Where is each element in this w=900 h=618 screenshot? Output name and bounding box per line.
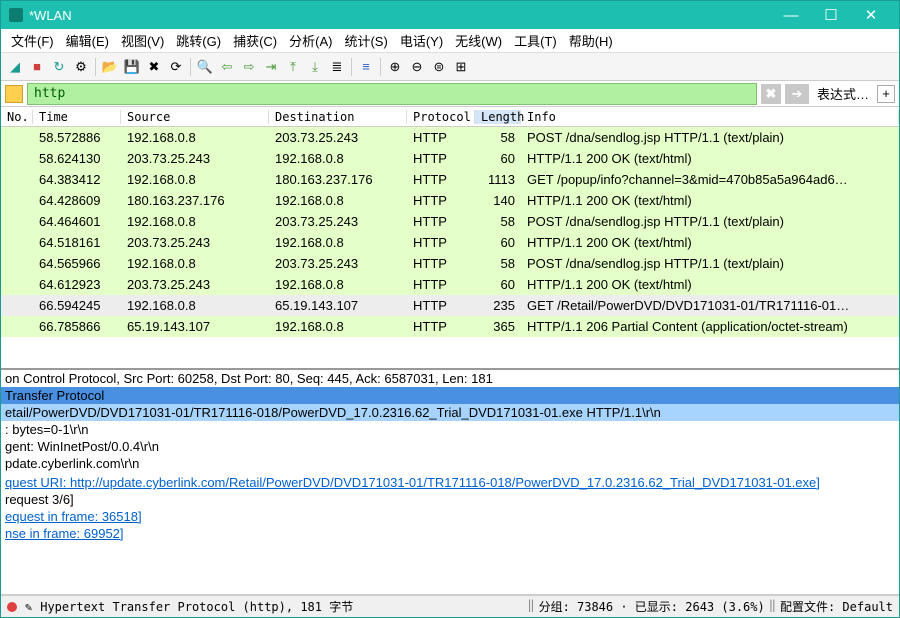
autoscroll-icon[interactable]: ≣	[327, 57, 347, 77]
detail-line[interactable]: on Control Protocol, Src Port: 60258, Ds…	[1, 370, 899, 387]
display-filter-input[interactable]	[27, 83, 757, 105]
separator	[190, 58, 191, 76]
status-proto: Hypertext Transfer Protocol (http), 181 …	[40, 598, 353, 615]
detail-line[interactable]: pdate.cyberlink.com\r\n	[1, 455, 899, 472]
detail-line[interactable]: quest URI: http://update.cyberlink.com/R…	[1, 474, 899, 491]
detail-line[interactable]: request 3/6]	[1, 491, 899, 508]
menu-view[interactable]: 视图(V)	[115, 29, 170, 52]
menu-stats[interactable]: 统计(S)	[338, 29, 393, 52]
last-icon[interactable]: ⤓	[305, 57, 325, 77]
detail-line[interactable]: : bytes=0-1\r\n	[1, 421, 899, 438]
zoom-out-icon[interactable]: ⊖	[407, 57, 427, 77]
separator	[380, 58, 381, 76]
app-icon	[9, 8, 23, 22]
packet-row[interactable]: 64.565966192.168.0.8203.73.25.243HTTP58P…	[1, 253, 899, 274]
col-destination[interactable]: Destination	[269, 110, 407, 124]
menu-capture[interactable]: 捕获(C)	[227, 29, 283, 52]
clear-filter-button[interactable]: ✖	[761, 84, 781, 104]
packet-row[interactable]: 66.78586665.19.143.107192.168.0.8HTTP365…	[1, 316, 899, 337]
packet-row[interactable]: 64.383412192.168.0.8180.163.237.176HTTP1…	[1, 169, 899, 190]
packet-row[interactable]: 58.624130203.73.25.243192.168.0.8HTTP60H…	[1, 148, 899, 169]
col-time[interactable]: Time	[33, 110, 121, 124]
packet-list[interactable]: No. Time Source Destination Protocol Len…	[1, 107, 899, 370]
menu-analyze[interactable]: 分析(A)	[283, 29, 338, 52]
col-source[interactable]: Source	[121, 110, 269, 124]
menu-tools[interactable]: 工具(T)	[508, 29, 563, 52]
menu-file[interactable]: 文件(F)	[5, 29, 60, 52]
reload-icon[interactable]: ⟳	[166, 57, 186, 77]
detail-line[interactable]: Transfer Protocol	[1, 387, 899, 404]
col-info[interactable]: Info	[521, 110, 899, 124]
menu-help[interactable]: 帮助(H)	[563, 29, 619, 52]
close-file-icon[interactable]: ✖	[144, 57, 164, 77]
filter-bar: ✖ ➔ 表达式… +	[1, 81, 899, 107]
detail-line[interactable]: nse in frame: 69952]	[1, 525, 899, 542]
col-no[interactable]: No.	[1, 110, 33, 124]
status-packets: 分组: 73846 · 已显示: 2643 (3.6%)	[539, 598, 765, 615]
status-bar: ✎ Hypertext Transfer Protocol (http), 18…	[1, 595, 899, 617]
packet-row[interactable]: 64.518161203.73.25.243192.168.0.8HTTP60H…	[1, 232, 899, 253]
window-title: *WLAN	[29, 8, 771, 23]
packet-row[interactable]: 58.572886192.168.0.8203.73.25.243HTTP58P…	[1, 127, 899, 148]
col-length[interactable]: Length	[475, 110, 521, 124]
packet-row[interactable]: 64.612923203.73.25.243192.168.0.8HTTP60H…	[1, 274, 899, 295]
resize-cols-icon[interactable]: ⊞	[451, 57, 471, 77]
menu-edit[interactable]: 编辑(E)	[60, 29, 115, 52]
toolbar: ◢ ■ ↻ ⚙ 📂 💾 ✖ ⟳ 🔍 ⇦ ⇨ ⇥ ⤒ ⤓ ≣ ≡ ⊕ ⊖ ⊜ ⊞	[1, 53, 899, 81]
status-profile[interactable]: 配置文件: Default	[780, 598, 893, 615]
find-icon[interactable]: 🔍	[195, 57, 215, 77]
bookmark-icon[interactable]	[5, 85, 23, 103]
close-button[interactable]: ✕	[851, 2, 891, 28]
separator	[95, 58, 96, 76]
restart-capture-icon[interactable]: ↻	[49, 57, 69, 77]
separator	[351, 58, 352, 76]
packet-header: No. Time Source Destination Protocol Len…	[1, 107, 899, 127]
first-icon[interactable]: ⤒	[283, 57, 303, 77]
detail-line[interactable]: equest in frame: 36518]	[1, 508, 899, 525]
start-capture-icon[interactable]: ◢	[5, 57, 25, 77]
minimize-button[interactable]: —	[771, 2, 811, 28]
colorize-icon[interactable]: ≡	[356, 57, 376, 77]
open-file-icon[interactable]: 📂	[100, 57, 120, 77]
jump-icon[interactable]: ⇥	[261, 57, 281, 77]
expression-button[interactable]: 表达式…	[813, 84, 873, 103]
detail-line[interactable]: gent: WinInetPost/0.0.4\r\n	[1, 438, 899, 455]
next-icon[interactable]: ⇨	[239, 57, 259, 77]
menu-goto[interactable]: 跳转(G)	[170, 29, 227, 52]
menu-telephony[interactable]: 电话(Y)	[394, 29, 449, 52]
apply-filter-button[interactable]: ➔	[785, 84, 809, 104]
menu-wireless[interactable]: 无线(W)	[449, 29, 508, 52]
packet-row[interactable]: 64.428609180.163.237.176192.168.0.8HTTP1…	[1, 190, 899, 211]
packet-details[interactable]: on Control Protocol, Src Port: 60258, Ds…	[1, 370, 899, 595]
prev-icon[interactable]: ⇦	[217, 57, 237, 77]
zoom-reset-icon[interactable]: ⊜	[429, 57, 449, 77]
zoom-in-icon[interactable]: ⊕	[385, 57, 405, 77]
edit-icon[interactable]: ✎	[25, 600, 32, 614]
save-file-icon[interactable]: 💾	[122, 57, 142, 77]
stop-capture-icon[interactable]: ■	[27, 57, 47, 77]
titlebar: *WLAN — ☐ ✕	[1, 1, 899, 29]
menubar: 文件(F) 编辑(E) 视图(V) 跳转(G) 捕获(C) 分析(A) 统计(S…	[1, 29, 899, 53]
packet-row[interactable]: 66.594245192.168.0.865.19.143.107HTTP235…	[1, 295, 899, 316]
maximize-button[interactable]: ☐	[811, 2, 851, 28]
capture-options-icon[interactable]: ⚙	[71, 57, 91, 77]
detail-line[interactable]: etail/PowerDVD/DVD171031-01/TR171116-018…	[1, 404, 899, 421]
expert-info-icon[interactable]	[7, 602, 17, 612]
add-filter-button[interactable]: +	[877, 85, 895, 103]
col-protocol[interactable]: Protocol	[407, 110, 475, 124]
packet-row[interactable]: 64.464601192.168.0.8203.73.25.243HTTP58P…	[1, 211, 899, 232]
